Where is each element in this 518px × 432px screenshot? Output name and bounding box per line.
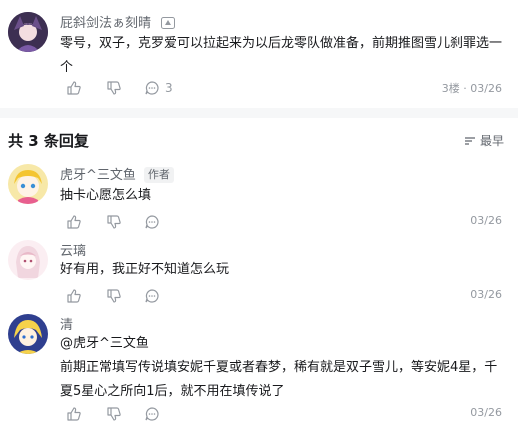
avatar[interactable] (8, 164, 48, 204)
post-content: 零号，双子，克罗爱可以拉起来为以后龙零队做准备，前期推图雪儿刹罪选一个 (60, 36, 503, 75)
sort-icon (464, 136, 475, 145)
reply-author[interactable]: 虎牙^三文鱼 作者 (60, 164, 174, 183)
post-actions: 3 3楼 · 03/26 (60, 80, 518, 100)
dislike-icon (107, 407, 121, 421)
dislike-icon (107, 81, 121, 95)
reply-item: 云璃 好有用，我正好不知道怎么玩 03/26 (0, 236, 518, 310)
reply-content: 前期正常填写传说填安妮千夏或者春梦，稀有就是双子雪儿，等安妮4星，千夏5星心之所… (60, 360, 498, 399)
author-badge: 作者 (143, 167, 174, 183)
dislike-button[interactable] (106, 214, 122, 230)
like-icon (67, 215, 81, 229)
reply-item: 虎牙^三文鱼 作者 抽卡心愿怎么填 03/26 (0, 158, 518, 236)
reply-actions: 03/26 (60, 288, 518, 308)
comment-icon (145, 81, 159, 95)
reply-actions: 03/26 (60, 406, 518, 426)
post-date: 03/26 (470, 82, 502, 95)
like-icon (67, 81, 81, 95)
main-post: 屁斜剑法ぁ刻晴 零号，双子，克罗爱可以拉起来为以后龙零队做准备，前期推图雪儿刹罪… (0, 0, 518, 108)
dislike-icon (107, 289, 121, 303)
like-button[interactable] (66, 406, 82, 422)
comment-button[interactable] (144, 214, 160, 230)
like-icon (67, 289, 81, 303)
avatar[interactable] (8, 314, 48, 354)
comment-button[interactable] (144, 288, 160, 304)
reply-count-title: 共 3 条回复 (8, 132, 89, 150)
section-divider (0, 108, 518, 118)
reply-content: 抽卡心愿怎么填 (60, 188, 152, 203)
dislike-icon (107, 215, 121, 229)
avatar[interactable] (8, 240, 48, 280)
post-meta: 3楼 · 03/26 (441, 82, 502, 95)
reply-author[interactable]: 云璃 (60, 240, 86, 259)
reply-date: 03/26 (470, 406, 502, 419)
comment-button[interactable] (144, 406, 160, 422)
reply-item: 清 @虎牙^三文鱼 前期正常填写传说填安妮千夏或者春梦，稀有就是双子雪儿，等安妮… (0, 310, 518, 432)
reply-mention[interactable]: @虎牙^三文鱼 (60, 332, 504, 356)
sort-toggle[interactable]: 最早 (464, 132, 504, 149)
floor-number: 3楼 (441, 82, 460, 95)
reply-actions: 03/26 (60, 214, 518, 234)
dislike-button[interactable] (106, 80, 122, 96)
reply-author[interactable]: 清 (60, 314, 73, 333)
comment-icon (145, 289, 159, 303)
dislike-button[interactable] (106, 406, 122, 422)
comment-icon (145, 215, 159, 229)
comment-icon (145, 407, 159, 421)
comment-button[interactable]: 3 (144, 80, 173, 96)
reply-date: 03/26 (470, 288, 502, 301)
like-button[interactable] (66, 214, 82, 230)
level-badge-icon (161, 17, 176, 33)
avatar[interactable] (8, 12, 48, 52)
sort-label: 最早 (479, 134, 504, 148)
post-author[interactable]: 屁斜剑法ぁ刻晴 (60, 12, 176, 33)
dislike-button[interactable] (106, 288, 122, 304)
like-button[interactable] (66, 288, 82, 304)
like-icon (67, 407, 81, 421)
reply-date: 03/26 (470, 214, 502, 227)
like-button[interactable] (66, 80, 82, 96)
reply-content: 好有用，我正好不知道怎么玩 (60, 262, 230, 277)
comment-count: 3 (165, 81, 173, 95)
replies-header: 共 3 条回复 最早 (0, 118, 518, 158)
